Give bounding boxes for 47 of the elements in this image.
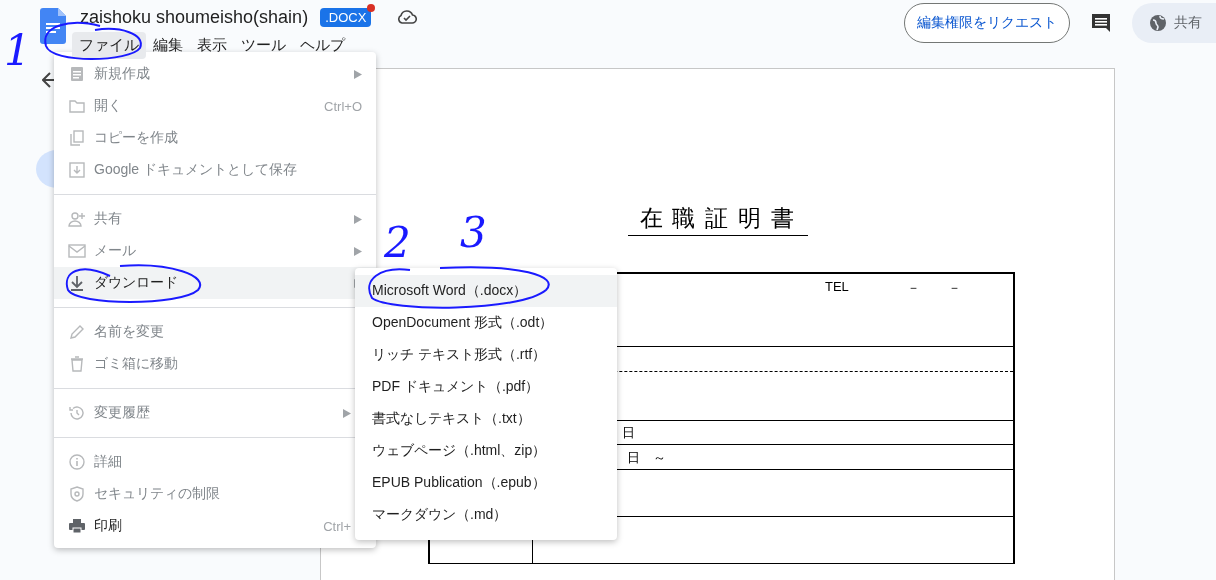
trash-icon xyxy=(68,355,86,373)
copy-icon xyxy=(68,129,86,147)
cloud-check-icon[interactable] xyxy=(397,9,418,25)
add-person-icon xyxy=(68,210,86,228)
table-text: TEL xyxy=(825,279,849,294)
table-text: 日 xyxy=(622,424,635,442)
shortcut-text: Ctrl+ xyxy=(323,518,351,534)
printer-icon xyxy=(68,517,86,535)
file-type-badge: .DOCX xyxy=(320,7,372,27)
menu-bar-item[interactable]: ファイル xyxy=(72,32,146,59)
annotation-number: 2 xyxy=(384,222,411,264)
shortcut-text: Ctrl+O xyxy=(324,98,362,114)
save-icon xyxy=(68,161,86,179)
annotation-number: 3 xyxy=(460,212,487,254)
mail-icon xyxy=(68,242,86,260)
menu-bar-item[interactable]: ヘルプ xyxy=(293,32,352,59)
folder-icon xyxy=(68,97,86,115)
document-title[interactable]: zaishoku shoumeisho(shain) xyxy=(80,6,309,28)
menu-item[interactable]: 書式なしテキスト（.txt） xyxy=(355,403,617,435)
menu-bar-item[interactable]: ツール xyxy=(234,32,293,59)
menu-item[interactable]: リッチ テキスト形式（.rtf） xyxy=(355,339,617,371)
table-text: ～ xyxy=(653,449,666,467)
history-icon xyxy=(68,404,86,422)
table-text: － xyxy=(907,279,920,297)
comment-icon[interactable] xyxy=(1090,12,1112,34)
request-edit-access-button[interactable]: 編集権限をリクエスト xyxy=(904,3,1070,43)
annotation-number: 1 xyxy=(4,30,31,72)
download-icon xyxy=(68,274,86,292)
info-icon xyxy=(68,453,86,471)
menu-item[interactable]: EPUB Publication（.epub） xyxy=(355,467,617,499)
pencil-icon xyxy=(68,323,86,341)
menu-bar-item[interactable]: 編集 xyxy=(146,32,190,59)
table-text: 日 xyxy=(627,449,640,467)
menu-item[interactable]: PDF ドキュメント（.pdf） xyxy=(355,371,617,403)
menu-item[interactable]: 印刷 Ctrl+ xyxy=(54,510,355,542)
document-heading: 在 職 証 明 書 xyxy=(627,203,808,236)
menu-item[interactable]: Microsoft Word（.docx） xyxy=(355,275,617,307)
share-button[interactable]: 共有 xyxy=(1132,3,1216,43)
globe-icon xyxy=(1150,15,1166,31)
document-icon xyxy=(68,65,86,83)
menu-item[interactable]: OpenDocument 形式（.odt） xyxy=(355,307,617,339)
table-text: － xyxy=(948,279,961,297)
menu-bar-item[interactable]: 表示 xyxy=(190,32,234,59)
menu-item[interactable]: ウェブページ（.html、zip） xyxy=(355,435,617,467)
shield-icon xyxy=(68,485,86,503)
menu-item[interactable]: マークダウン（.md） xyxy=(355,499,617,531)
docs-logo-icon[interactable] xyxy=(40,8,66,44)
